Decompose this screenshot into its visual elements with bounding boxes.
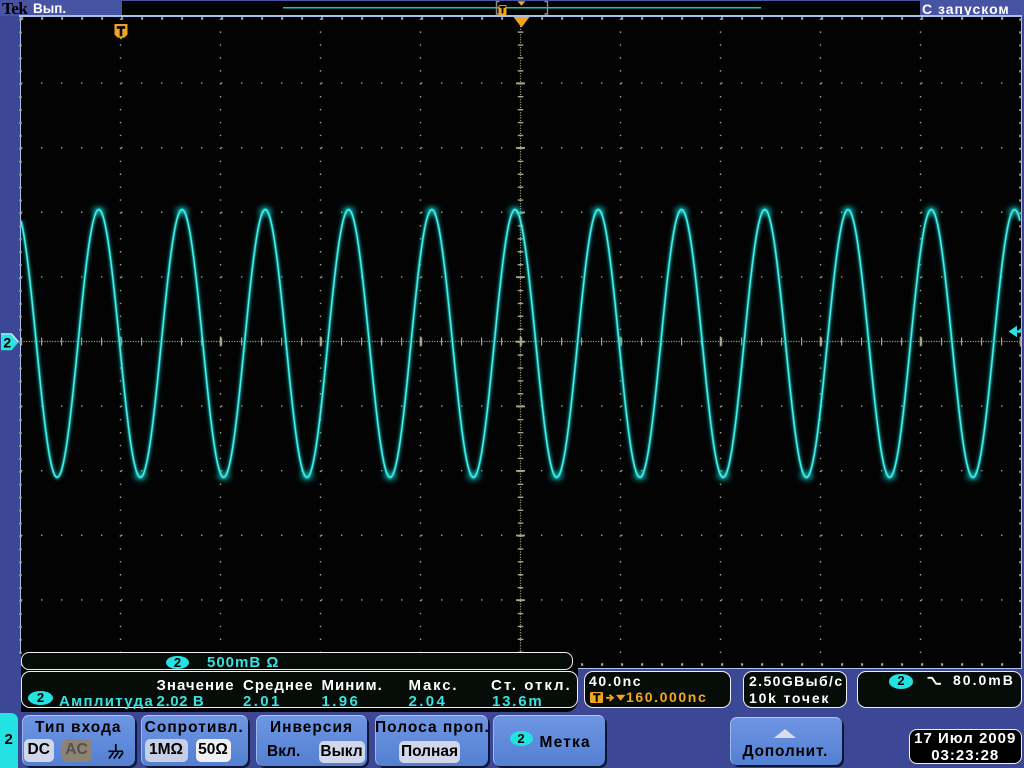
svg-text:2: 2 [3,335,11,351]
